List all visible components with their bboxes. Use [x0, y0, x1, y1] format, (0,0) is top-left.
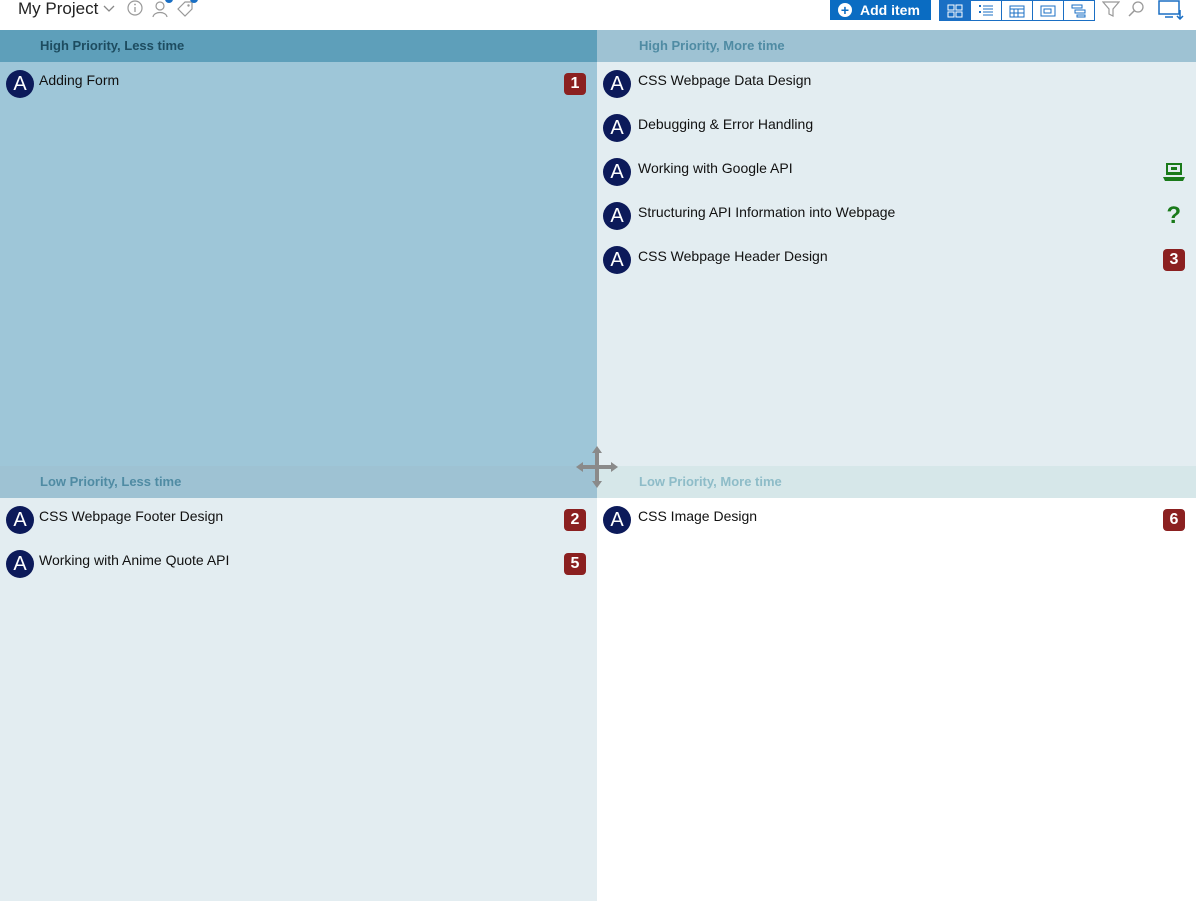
grid-icon: [947, 4, 963, 17]
task-title: Adding Form: [39, 72, 120, 88]
plus-icon: +: [838, 3, 852, 17]
info-icon[interactable]: [127, 0, 143, 16]
quadrant-header: Low Priority, Less time: [0, 466, 597, 498]
quadrant-low-priority-more-time: Low Priority, More time A CSS Image Desi…: [597, 466, 1196, 901]
gantt-view-button[interactable]: [1064, 1, 1094, 20]
add-item-label: Add item: [860, 2, 920, 18]
avatar: A: [603, 158, 631, 186]
laptop-icon: [1163, 163, 1185, 181]
task-item[interactable]: A Working with Anime Quote API 5: [0, 542, 597, 586]
search-icon[interactable]: [1127, 0, 1145, 18]
list-icon: [979, 4, 993, 15]
notification-dot: [190, 0, 198, 3]
calendar-icon: [1009, 5, 1025, 17]
quadrant-high-priority-more-time: High Priority, More time A CSS Webpage D…: [597, 30, 1196, 466]
avatar: A: [603, 246, 631, 274]
avatar: A: [6, 550, 34, 578]
timeline-view-button[interactable]: [1033, 1, 1064, 20]
task-title: Working with Google API: [638, 160, 793, 176]
quadrant-header: High Priority, More time: [597, 30, 1196, 62]
filter-icon[interactable]: [1102, 0, 1120, 18]
avatar: A: [603, 70, 631, 98]
list-view-button[interactable]: [971, 1, 1002, 20]
priority-number-badge: 5: [564, 553, 586, 575]
task-item[interactable]: A CSS Image Design 6: [597, 498, 1196, 542]
quadrant-low-priority-less-time: Low Priority, Less time A CSS Webpage Fo…: [0, 466, 597, 901]
quadrant-high-priority-less-time: High Priority, Less time A Adding Form 1: [0, 30, 597, 466]
priority-number-badge: 2: [564, 509, 586, 531]
calendar-view-button[interactable]: [1002, 1, 1033, 20]
right-edge: [1196, 30, 1200, 901]
task-item[interactable]: A CSS Webpage Data Design: [597, 62, 1196, 106]
avatar: A: [603, 506, 631, 534]
monitor-download-icon[interactable]: [1158, 0, 1184, 20]
task-item[interactable]: A CSS Webpage Footer Design 2: [0, 498, 597, 542]
task-title: CSS Webpage Header Design: [638, 248, 828, 264]
task-title: Debugging & Error Handling: [638, 116, 814, 132]
task-item[interactable]: A Working with Google API: [597, 150, 1196, 194]
task-title: CSS Webpage Data Design: [638, 72, 812, 88]
move-icon[interactable]: [576, 446, 618, 488]
timeline-icon: [1040, 5, 1056, 16]
priority-number-badge: 3: [1163, 249, 1185, 271]
notification-dot: [165, 0, 173, 3]
assign-user-button[interactable]: [151, 0, 173, 18]
avatar: A: [6, 506, 34, 534]
view-switcher: [939, 0, 1095, 21]
quadrant-header: Low Priority, More time: [597, 466, 1196, 498]
avatar: A: [6, 70, 34, 98]
task-title: CSS Webpage Footer Design: [39, 508, 224, 524]
tag-button[interactable]: [176, 0, 198, 18]
quadrant-header: High Priority, Less time: [0, 30, 597, 62]
priority-number-badge: 6: [1163, 509, 1185, 531]
add-item-button[interactable]: + Add item: [830, 0, 931, 20]
task-item[interactable]: A Adding Form 1: [0, 62, 597, 106]
grid-view-button[interactable]: [940, 1, 971, 20]
task-title: Structuring API Information into Webpage: [638, 204, 896, 220]
task-item[interactable]: A Structuring API Information into Webpa…: [597, 194, 1196, 238]
user-icon: [152, 1, 168, 18]
task-item[interactable]: A Debugging & Error Handling: [597, 106, 1196, 150]
chevron-down-icon[interactable]: [103, 3, 115, 13]
task-title: Working with Anime Quote API: [39, 552, 230, 568]
task-title: CSS Image Design: [638, 508, 758, 524]
avatar: A: [603, 114, 631, 142]
task-item[interactable]: A CSS Webpage Header Design 3: [597, 238, 1196, 282]
gantt-icon: [1071, 4, 1086, 17]
tag-icon: [177, 1, 193, 17]
question-icon: ?: [1166, 202, 1181, 229]
avatar: A: [603, 202, 631, 230]
top-toolbar: My Project + Add item: [0, 0, 1200, 30]
project-title[interactable]: My Project: [18, 0, 98, 18]
priority-number-badge: 1: [564, 73, 586, 95]
